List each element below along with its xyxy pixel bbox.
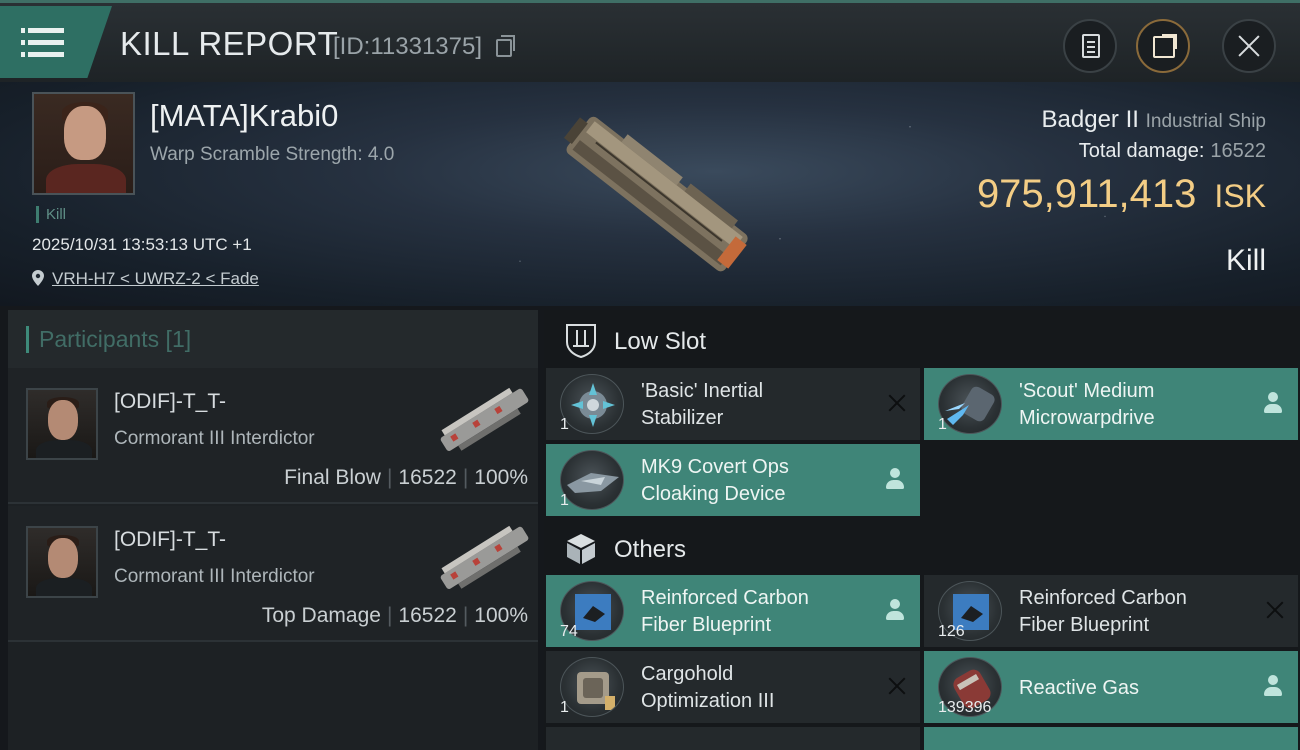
isk-amount: 975,911,413 [976, 172, 1197, 216]
others-header: Others [544, 520, 1300, 576]
location-link[interactable]: VRH-H7 < UWRZ-2 < Fade [52, 269, 259, 288]
ship-class: Industrial Ship [1145, 111, 1266, 132]
item-scout-medium-microwarpdrive[interactable]: 1 'Scout' Medium Microwarpdrive [924, 368, 1298, 440]
participant-role: Top Damage [261, 604, 381, 627]
participant-ship-image [440, 387, 529, 451]
participant-percent: 100% [474, 466, 528, 489]
destroyed-x-icon [888, 394, 906, 412]
item-image [938, 374, 1002, 434]
total-damage-label: Total damage: [1078, 140, 1205, 162]
participant-row[interactable]: [ODIF]-T_T- Cormorant III Interdictor To… [8, 506, 538, 642]
item-name: Cargohold Optimization III [641, 663, 775, 712]
item-quantity: 1 [938, 416, 947, 433]
share-icon [1153, 34, 1177, 58]
item-name: MK9 Covert Ops Cloaking Device [641, 456, 789, 505]
victim-panel: [MATA]Krabi0 Warp Scramble Strength: 4.0… [0, 82, 1300, 306]
participant-ship-image [440, 525, 529, 589]
participant-ship: Cormorant III Interdictor [114, 566, 315, 587]
location-breadcrumb: VRH-H7 < UWRZ-2 < Fade [32, 268, 259, 289]
dropped-person-icon [886, 468, 904, 490]
kill-datetime: 2025/10/31 13:53:13 UTC +1 [32, 235, 252, 254]
menu-button[interactable] [0, 6, 112, 78]
destroyed-x-icon [888, 677, 906, 695]
participant-name: [ODIF]-T_T- [114, 528, 226, 551]
menu-icon [21, 28, 64, 33]
isk-unit: ISK [1214, 178, 1266, 214]
item-row-partial[interactable] [924, 727, 1298, 750]
location-pin-icon [32, 270, 44, 286]
item-image [560, 657, 624, 717]
report-id: [ID:11331375] [333, 33, 483, 60]
item-mk9-covert-ops-cloaking-device[interactable]: 1 MK9 Covert Ops Cloaking Device [546, 444, 920, 516]
others-label: Others [614, 536, 687, 563]
item-reinforced-carbon-fiber-blueprint[interactable]: 126 Reinforced Carbon Fiber Blueprint [924, 575, 1298, 647]
page-title: KILL REPORT [120, 25, 339, 62]
dropped-person-icon [1264, 392, 1282, 414]
low-slot-label: Low Slot [614, 328, 707, 355]
kill-tag: Kill [36, 206, 66, 223]
participant-stats: Top Damage | 16522 | 100% [261, 604, 528, 627]
item-name: Reactive Gas [1019, 677, 1140, 699]
low-slot-icon [566, 324, 596, 358]
item-image [560, 450, 624, 510]
item-reinforced-carbon-fiber-blueprint[interactable]: 74 Reinforced Carbon Fiber Blueprint [546, 575, 920, 647]
cargo-box-icon [567, 534, 595, 564]
top-bar: KILL REPORT [ID:11331375] [0, 0, 1300, 82]
low-slot-header: Low Slot [544, 312, 1300, 368]
item-image [560, 374, 624, 434]
item-name: 'Basic' Inertial Stabilizer [641, 380, 764, 429]
ship-name: Badger II [1041, 106, 1139, 133]
total-damage: Total damage: 16522 [1079, 140, 1266, 163]
total-damage-value: 16522 [1210, 140, 1266, 162]
participant-percent: 100% [474, 604, 528, 627]
item-quantity: 126 [938, 623, 965, 640]
item-row-partial[interactable] [546, 727, 920, 750]
item-name: Reinforced Carbon Fiber Blueprint [1019, 587, 1187, 636]
warp-scramble-strength: Warp Scramble Strength: 4.0 [150, 144, 395, 165]
items-panel: Low Slot 1 'Basic' Inertial Stabilizer 1 … [544, 310, 1300, 750]
clipboard-button[interactable] [1063, 19, 1117, 73]
item-quantity: 139396 [938, 699, 992, 716]
share-button[interactable] [1136, 19, 1190, 73]
item-quantity: 74 [560, 623, 578, 640]
participant-avatar[interactable] [26, 526, 98, 598]
item-name: Reinforced Carbon Fiber Blueprint [641, 587, 809, 636]
item-name: 'Scout' Medium Microwarpdrive [1019, 380, 1155, 429]
destroyed-x-icon [1266, 601, 1284, 619]
victim-avatar[interactable] [32, 92, 135, 195]
isk-value: 975,911,413 ISK [977, 172, 1266, 217]
victim-ship[interactable]: Badger II Industrial Ship [1042, 106, 1266, 134]
item-quantity: 1 [560, 416, 569, 433]
victim-name[interactable]: [MATA]Krabi0 [150, 98, 338, 134]
item-quantity: 1 [560, 699, 569, 716]
dropped-person-icon [1264, 675, 1282, 697]
participant-ship: Cormorant III Interdictor [114, 428, 315, 449]
participant-stats: Final Blow | 16522 | 100% [284, 466, 528, 489]
participants-header[interactable]: Participants [1] [8, 310, 538, 368]
close-button[interactable] [1222, 19, 1276, 73]
participant-name: [ODIF]-T_T- [114, 390, 226, 413]
participant-avatar[interactable] [26, 388, 98, 460]
dropped-person-icon [886, 599, 904, 621]
participant-role: Final Blow [284, 466, 381, 489]
participant-damage: 16522 [398, 604, 457, 627]
participant-row[interactable]: [ODIF]-T_T- Cormorant III Interdictor Fi… [8, 368, 538, 504]
item-quantity: 1 [560, 492, 569, 509]
participants-panel: Participants [1] [ODIF]-T_T- Cormorant I… [8, 310, 538, 750]
participants-label: Participants [1] [26, 326, 191, 353]
victim-ship-image [563, 116, 748, 272]
participant-damage: 16522 [398, 466, 457, 489]
item-cargohold-optimization-iii[interactable]: 1 Cargohold Optimization III [546, 651, 920, 723]
item-reactive-gas[interactable]: 139396 Reactive Gas [924, 651, 1298, 723]
copy-icon[interactable] [496, 35, 515, 57]
item-basic-inertial-stabilizer[interactable]: 1 'Basic' Inertial Stabilizer [546, 368, 920, 440]
clipboard-icon [1082, 34, 1100, 58]
result-label: Kill [1225, 244, 1266, 277]
